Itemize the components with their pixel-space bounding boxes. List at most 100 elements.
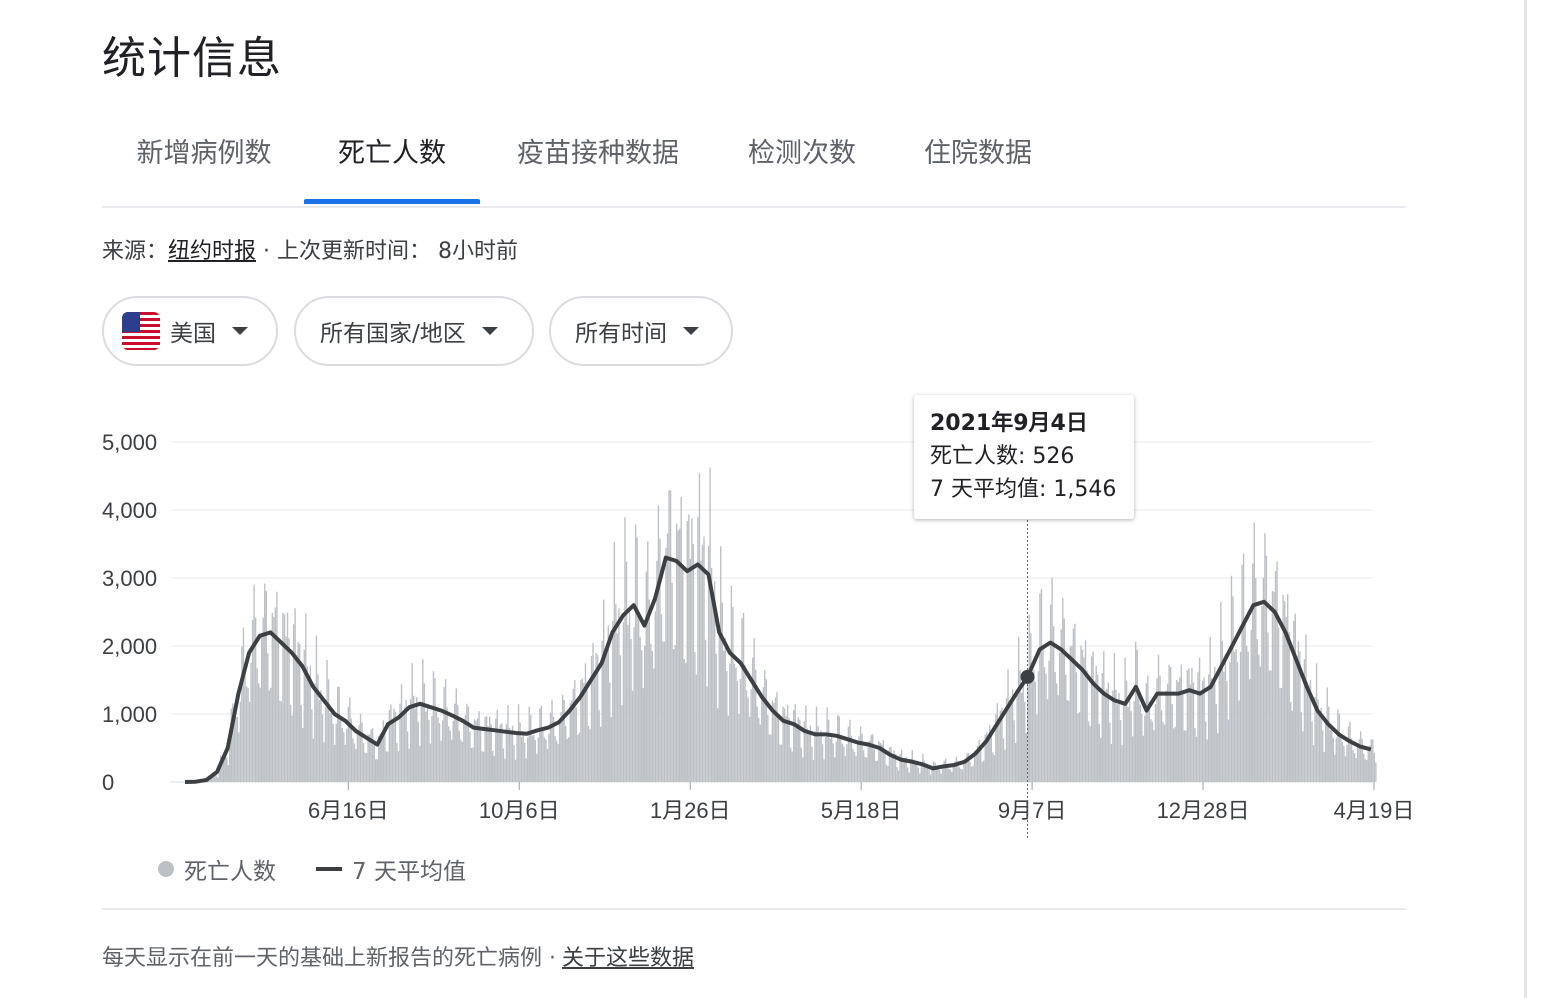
daily-bar — [1145, 683, 1148, 782]
daily-bar — [1229, 662, 1231, 782]
daily-bar — [922, 753, 924, 782]
tab-testing[interactable]: 检测次数 — [724, 118, 880, 204]
page-title: 统计信息 — [102, 33, 282, 84]
chart-legend: 死亡人数 7 天平均值 — [158, 852, 466, 886]
daily-bar — [618, 608, 620, 782]
daily-bar — [1051, 577, 1053, 782]
daily-bar — [1037, 671, 1040, 782]
daily-bar — [1092, 651, 1094, 782]
region-filter-chip[interactable]: 所有国家/地区 — [294, 296, 534, 366]
daily-bar — [391, 719, 394, 782]
daily-bar — [1375, 762, 1377, 782]
daily-bar — [780, 744, 783, 782]
daily-bar — [256, 668, 258, 782]
daily-bar — [1224, 653, 1227, 782]
country-filter-chip[interactable]: 美国 — [102, 296, 278, 366]
daily-bar — [677, 530, 679, 782]
daily-bar — [592, 643, 594, 782]
daily-bar — [789, 747, 792, 782]
daily-bar — [884, 750, 886, 782]
daily-bar — [1209, 636, 1211, 782]
daily-bar — [484, 716, 486, 782]
daily-bar — [490, 724, 492, 782]
daily-bar — [900, 749, 903, 782]
daily-bar — [1244, 619, 1246, 782]
daily-bar — [1042, 647, 1044, 782]
tab-vaccinations[interactable]: 疫苗接种数据 — [498, 118, 698, 204]
daily-bar — [1078, 712, 1081, 782]
daily-bar — [1159, 675, 1161, 782]
daily-bar — [264, 583, 266, 782]
daily-bar — [960, 768, 962, 782]
x-tick-label: 10月6日 — [479, 798, 560, 823]
daily-bar — [885, 764, 888, 782]
tab-hospitalizations[interactable]: 住院数据 — [898, 118, 1058, 204]
source-link[interactable]: 纽约时报 — [168, 239, 256, 264]
daily-bar — [704, 639, 707, 782]
daily-bar — [791, 751, 793, 782]
daily-bar — [1274, 571, 1277, 782]
daily-bar — [510, 732, 512, 782]
daily-bar — [338, 687, 340, 782]
daily-bar — [257, 683, 260, 782]
daily-bar — [571, 700, 573, 782]
y-tick-label: 3,000 — [102, 566, 157, 591]
about-data-link[interactable]: 关于这些数据 — [562, 946, 694, 971]
daily-bar — [568, 737, 570, 782]
daily-bar — [698, 473, 701, 782]
daily-bar — [311, 709, 313, 782]
daily-bar — [1200, 691, 1202, 782]
daily-bar — [469, 731, 471, 782]
daily-bar — [236, 716, 239, 782]
daily-bar — [721, 602, 723, 782]
daily-bar — [774, 697, 777, 782]
daily-bar — [364, 752, 366, 782]
daily-bar — [745, 690, 748, 782]
daily-bar — [1306, 681, 1309, 782]
active-tab-indicator — [304, 199, 480, 204]
daily-bar — [1356, 747, 1359, 782]
daily-bar — [271, 612, 274, 782]
daily-bar — [949, 769, 951, 782]
daily-bar — [634, 524, 637, 782]
daily-bar — [452, 720, 454, 782]
daily-bar — [396, 742, 398, 782]
daily-bar — [282, 612, 284, 782]
daily-bar — [420, 705, 422, 782]
daily-bar — [983, 760, 985, 782]
daily-bar — [1338, 713, 1341, 782]
tab-deaths[interactable]: 死亡人数 — [304, 118, 480, 204]
time-filter-chip[interactable]: 所有时间 — [549, 296, 733, 366]
daily-bar — [359, 714, 362, 782]
daily-bar — [660, 614, 663, 782]
daily-bar — [598, 710, 600, 782]
daily-bar — [248, 701, 251, 782]
daily-bar — [1372, 739, 1374, 782]
daily-bar — [355, 748, 357, 782]
x-tick-label: 4月19日 — [1334, 798, 1415, 823]
y-tick-label: 4,000 — [102, 498, 157, 523]
daily-bar — [761, 695, 763, 782]
tab-new-cases[interactable]: 新增病例数 — [106, 118, 302, 204]
daily-bar — [1083, 657, 1085, 782]
daily-bar — [628, 612, 631, 782]
daily-bar — [451, 739, 453, 782]
daily-bar — [805, 705, 807, 782]
daily-bar — [794, 704, 796, 782]
daily-bar — [779, 744, 781, 782]
daily-bar — [1057, 695, 1059, 782]
daily-bar — [1267, 632, 1269, 782]
source-separator: · 上次更新时间： — [256, 239, 439, 264]
daily-bar — [1030, 633, 1032, 782]
daily-bar — [969, 761, 971, 782]
daily-bar — [1262, 577, 1265, 782]
daily-bar — [1157, 654, 1160, 782]
daily-bar — [1341, 741, 1344, 782]
deaths-chart[interactable]: 5,000 4,000 3,000 2,000 1,000 0 6月16日 10月6日 1月2… — [0, 380, 1546, 850]
daily-bar — [1227, 719, 1230, 782]
daily-bar — [1350, 738, 1353, 782]
daily-bar — [639, 636, 641, 782]
daily-bar — [1287, 594, 1289, 782]
daily-bar — [806, 728, 809, 782]
daily-bar — [663, 641, 666, 782]
